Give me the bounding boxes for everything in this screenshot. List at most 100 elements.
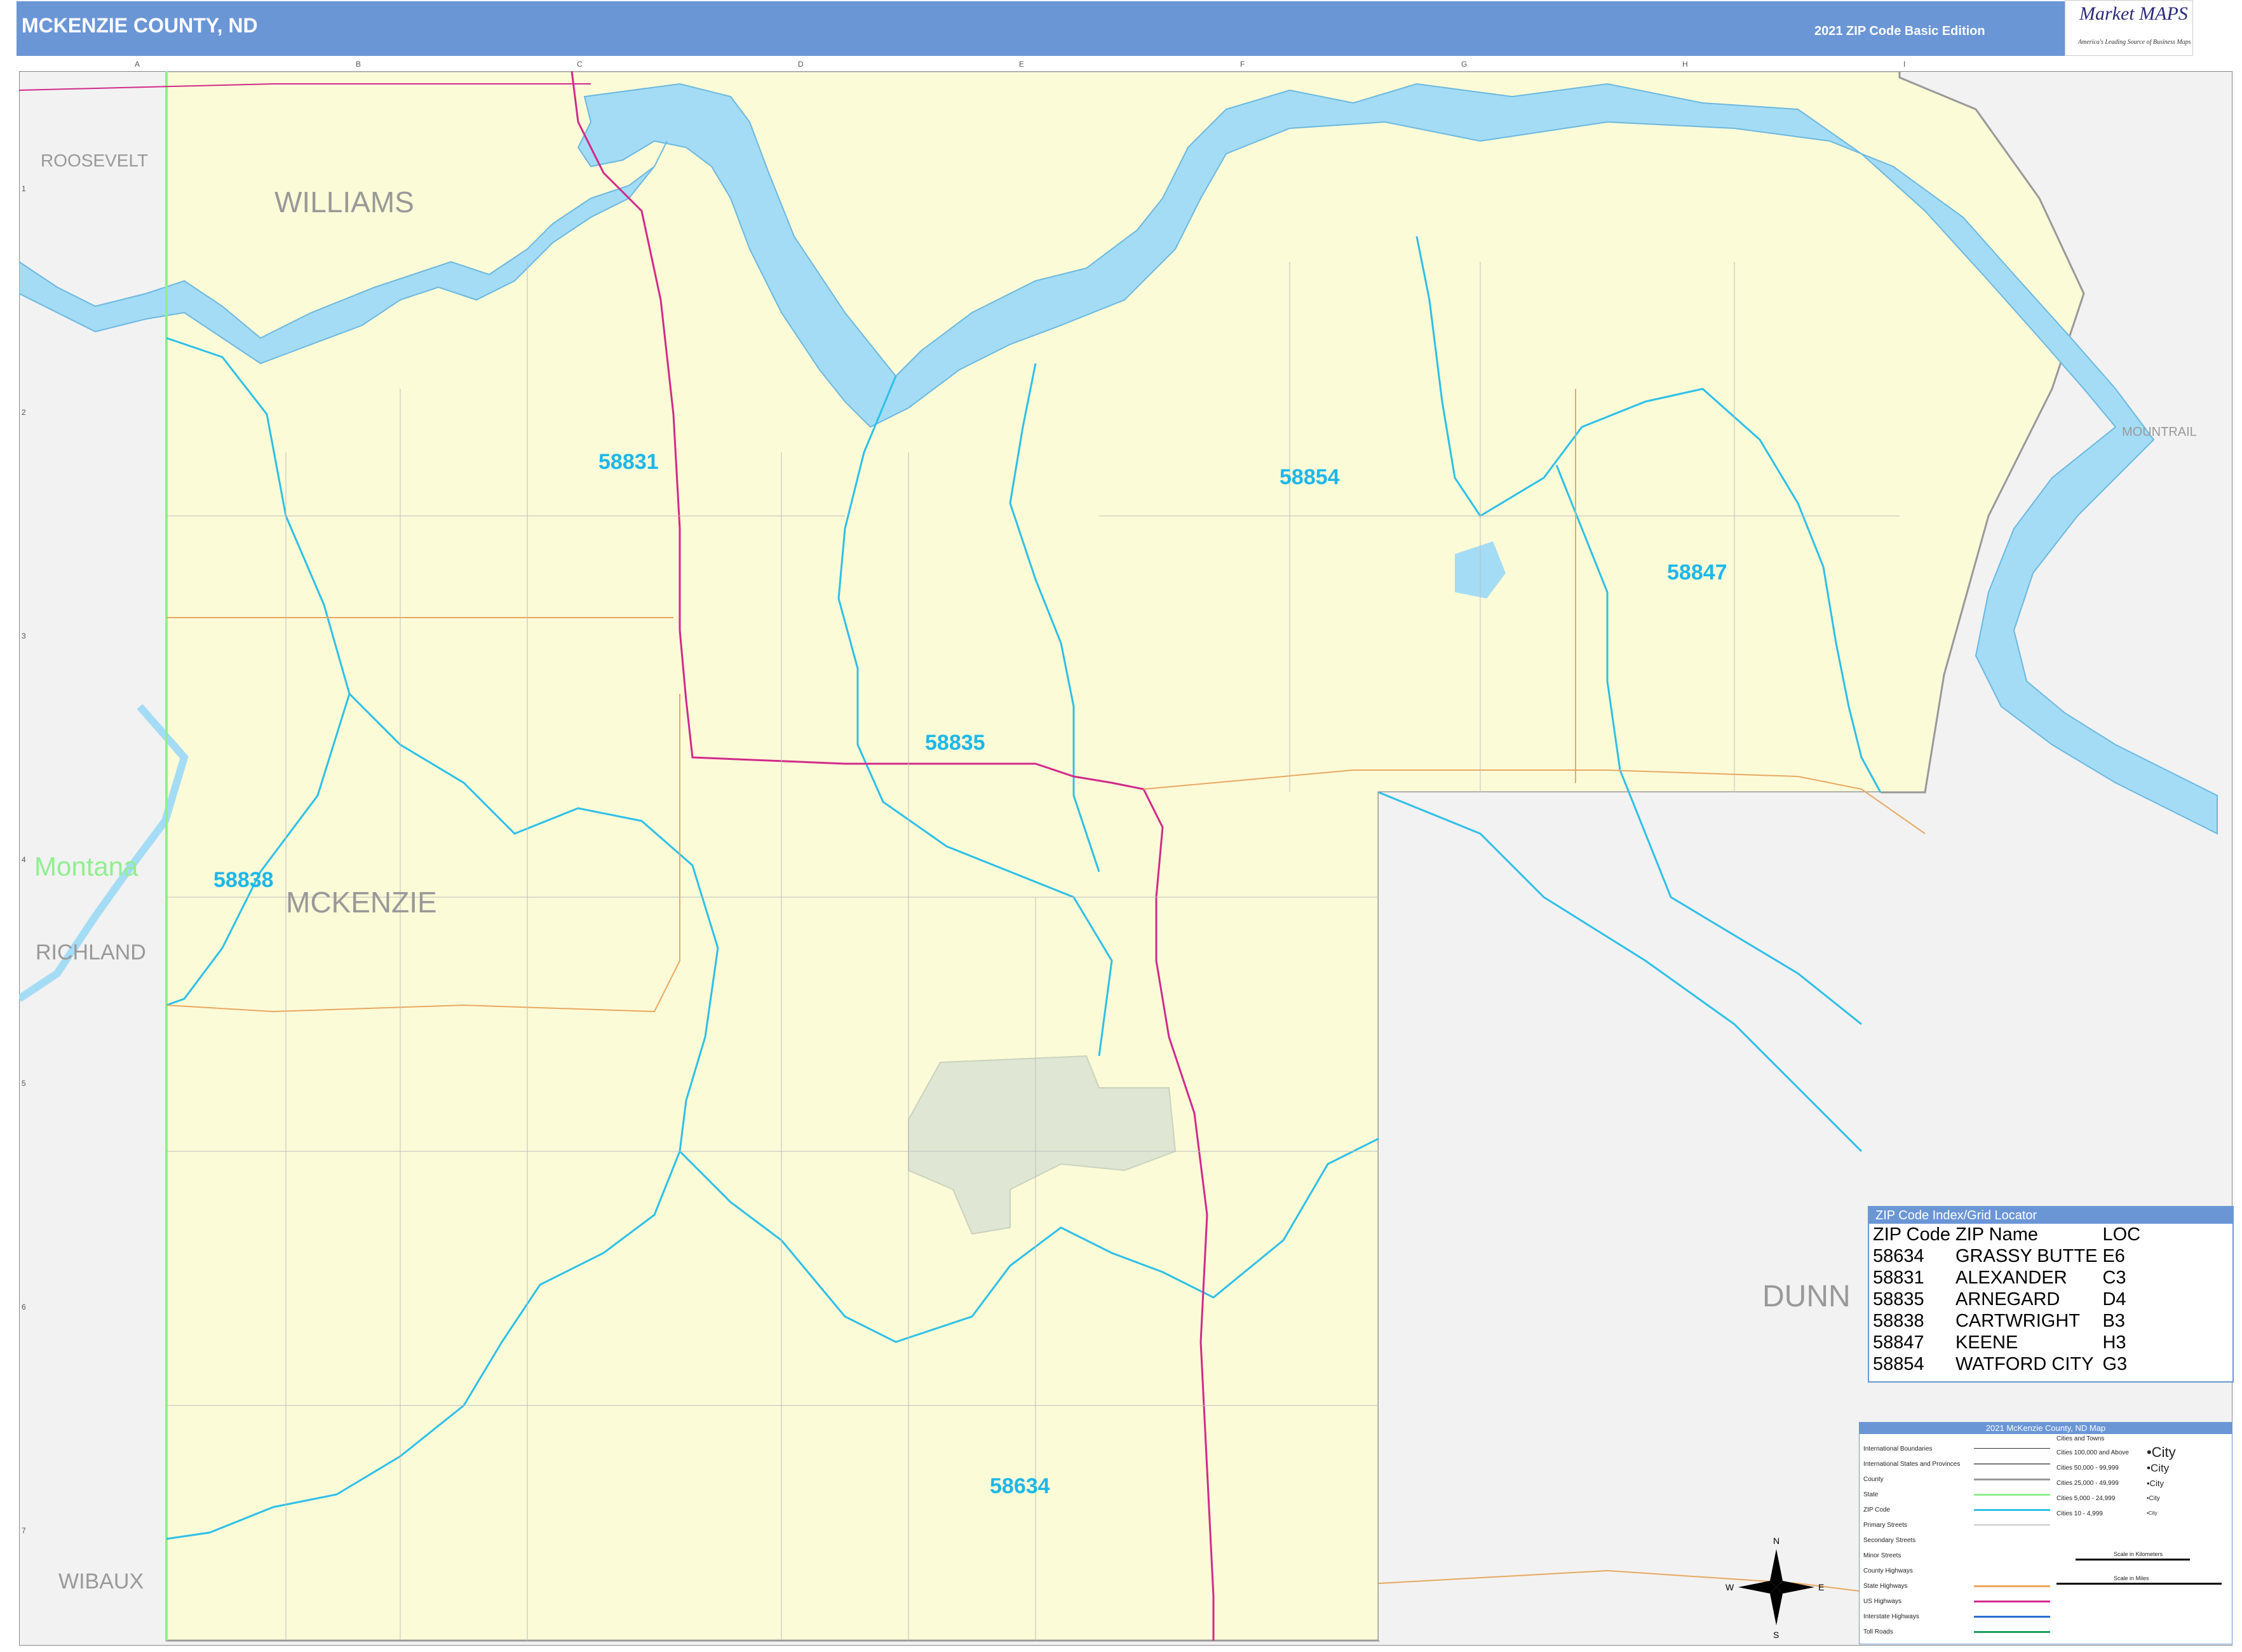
legend-item: Interstate Highways bbox=[1863, 1613, 1919, 1620]
scale-mi-label: Scale in Miles bbox=[2114, 1575, 2149, 1581]
legend-item: State Highways bbox=[1863, 1583, 1908, 1590]
label-wibaux: WIBAUX bbox=[58, 1569, 144, 1594]
zip-index-table: ZIP Code ZIP Name LOC 58634 GRASSY BUTTE… bbox=[1873, 1224, 2145, 1375]
zip-code-cell: 58847 bbox=[1873, 1332, 1924, 1353]
zip-index-row[interactable]: 58835 ARNEGARD D4 bbox=[1873, 1289, 2145, 1310]
zip-code-cell: 58838 bbox=[1873, 1311, 1924, 1331]
legend-item: County bbox=[1863, 1476, 1884, 1483]
zip-index-row[interactable]: 58847 KEENE H3 bbox=[1873, 1332, 2145, 1353]
legend-item: ZIP Code bbox=[1863, 1506, 1891, 1513]
label-roosevelt: ROOSEVELT bbox=[41, 151, 148, 170]
col-label-d: D bbox=[798, 60, 804, 69]
zip-label-58854[interactable]: 58854 bbox=[1280, 465, 1340, 489]
svg-text:E: E bbox=[1818, 1582, 1824, 1592]
col-tick: A bbox=[136, 71, 141, 72]
label-dunn: DUNN bbox=[1762, 1280, 1851, 1313]
row-label-6: 6 bbox=[22, 1303, 26, 1311]
legend-item: State bbox=[1863, 1491, 1879, 1498]
col-label-c: C bbox=[577, 60, 583, 69]
col-label-f: F bbox=[1240, 60, 1245, 69]
label-williams: WILLIAMS bbox=[274, 186, 414, 219]
zip-name-cell: WATFORD CITY bbox=[1955, 1354, 2094, 1374]
zip-index-row[interactable]: 58838 CARTWRIGHT B3 bbox=[1873, 1310, 2145, 1332]
zip-index-row[interactable]: 58634 GRASSY BUTTE E6 bbox=[1873, 1245, 2145, 1267]
legend-city-sample: •City bbox=[2147, 1479, 2164, 1488]
legend-swatch-toll bbox=[1974, 1631, 2050, 1633]
legend-item: Minor Streets bbox=[1863, 1552, 1901, 1559]
legend-title: 2021 McKenzie County, ND Map bbox=[1860, 1423, 2232, 1434]
legend-swatch-state-hwy bbox=[1974, 1585, 2050, 1587]
legend-swatch-states bbox=[1974, 1463, 2050, 1465]
zip-index-row[interactable]: 58854 WATFORD CITY G3 bbox=[1873, 1353, 2145, 1375]
zip-index-header: ZIP Name bbox=[1955, 1224, 2038, 1245]
zip-loc-cell: D4 bbox=[2102, 1289, 2126, 1310]
legend-swatch-interstate bbox=[1974, 1616, 2050, 1618]
map-header: MCKENZIE COUNTY, ND 2021 ZIP Code Basic … bbox=[17, 1, 2230, 56]
zip-code-cell: 58634 bbox=[1873, 1246, 1924, 1266]
col-label-h: H bbox=[1682, 60, 1688, 69]
legend-swatch-zip bbox=[1974, 1509, 2050, 1511]
legend-item: Primary Streets bbox=[1863, 1522, 1907, 1529]
dunn-county-area[interactable] bbox=[1379, 792, 1881, 1641]
county-map-svg[interactable]: A ROOSEVELT WILLIAMS MOUNTRAIL MCKENZIE … bbox=[19, 71, 2232, 1646]
zip-name-cell: GRASSY BUTTE bbox=[1955, 1246, 2098, 1266]
legend-swatch-us-hwy bbox=[1974, 1601, 2050, 1602]
legend-swatch-primary bbox=[1974, 1524, 2050, 1526]
col-label-a: A bbox=[135, 60, 140, 69]
label-mckenzie: MCKENZIE bbox=[286, 886, 437, 919]
legend-city-sample: •City bbox=[2147, 1444, 2176, 1460]
zip-code-cell: 58831 bbox=[1873, 1268, 1924, 1288]
col-label-b: B bbox=[356, 60, 361, 69]
map-canvas[interactable]: A ROOSEVELT WILLIAMS MOUNTRAIL MCKENZIE … bbox=[19, 71, 2232, 1646]
zip-loc-cell: E6 bbox=[2102, 1246, 2125, 1266]
zip-index-header: ZIP Code bbox=[1873, 1224, 1950, 1245]
legend-city-item: Cities 5,000 - 24,999 bbox=[2056, 1495, 2116, 1502]
svg-text:S: S bbox=[1773, 1630, 1779, 1640]
legend-city-item: Cities 50,000 - 99,999 bbox=[2056, 1465, 2119, 1472]
zip-loc-cell: B3 bbox=[2102, 1311, 2125, 1331]
zip-name-cell: CARTWRIGHT bbox=[1955, 1311, 2080, 1331]
zip-loc-cell: C3 bbox=[2102, 1268, 2126, 1288]
label-montana: Montana bbox=[34, 851, 138, 881]
row-label-7: 7 bbox=[22, 1526, 26, 1535]
zip-label-58835[interactable]: 58835 bbox=[925, 731, 985, 755]
legend-item: County Highways bbox=[1863, 1567, 1913, 1574]
row-label-2: 2 bbox=[22, 408, 26, 417]
legend-cities-title: Cities and Towns bbox=[2056, 1435, 2105, 1442]
svg-text:W: W bbox=[1725, 1582, 1734, 1592]
legend-city-item: Cities 25,000 - 49,999 bbox=[2056, 1480, 2119, 1487]
zip-index-panel: ZIP Code Index/Grid Locator ZIP Code ZIP… bbox=[1868, 1206, 2234, 1383]
zip-loc-cell: H3 bbox=[2102, 1332, 2126, 1353]
zip-index-header: LOC bbox=[2102, 1224, 2141, 1245]
zip-label-58831[interactable]: 58831 bbox=[598, 450, 659, 474]
market-maps-logo[interactable]: Market MAPS America's Leading Source of … bbox=[2065, 0, 2193, 56]
contact-info-box bbox=[2193, 1, 2230, 56]
legend-item: Secondary Streets bbox=[1863, 1537, 1916, 1544]
zip-label-58634[interactable]: 58634 bbox=[990, 1474, 1050, 1498]
scale-km-bar bbox=[2076, 1559, 2190, 1561]
col-label-i: I bbox=[1903, 60, 1906, 69]
zip-label-58838[interactable]: 58838 bbox=[213, 868, 274, 892]
label-mountrail: MOUNTRAIL bbox=[2122, 425, 2197, 439]
svg-text:N: N bbox=[1773, 1536, 1779, 1546]
legend-city-sample: •City bbox=[2147, 1462, 2170, 1474]
zip-name-cell: KEENE bbox=[1955, 1332, 2018, 1353]
zip-label-58847[interactable]: 58847 bbox=[1667, 560, 1727, 585]
col-label-e: E bbox=[1019, 60, 1025, 69]
legend-city-item: Cities 100,000 and Above bbox=[2056, 1449, 2129, 1456]
scale-mi-bar bbox=[2056, 1583, 2222, 1585]
scale-km-label: Scale in Kilometers bbox=[2114, 1551, 2163, 1557]
legend-swatch-county bbox=[1974, 1479, 2050, 1480]
zip-loc-cell: G3 bbox=[2102, 1354, 2128, 1374]
legend-swatch-state bbox=[1974, 1494, 2050, 1496]
row-label-4: 4 bbox=[22, 855, 26, 864]
zip-index-row[interactable]: 58831 ALEXANDER C3 bbox=[1873, 1267, 2145, 1289]
legend-city-sample: •City bbox=[2147, 1510, 2158, 1516]
grid-ticks: A bbox=[136, 71, 141, 72]
legend-item: Toll Roads bbox=[1863, 1628, 1893, 1635]
zip-name-cell: ARNEGARD bbox=[1955, 1289, 2060, 1310]
zip-name-cell: ALEXANDER bbox=[1955, 1268, 2067, 1288]
row-label-5: 5 bbox=[22, 1079, 26, 1088]
label-richland: RICHLAND bbox=[36, 940, 146, 965]
legend-item: US Highways bbox=[1863, 1598, 1902, 1605]
